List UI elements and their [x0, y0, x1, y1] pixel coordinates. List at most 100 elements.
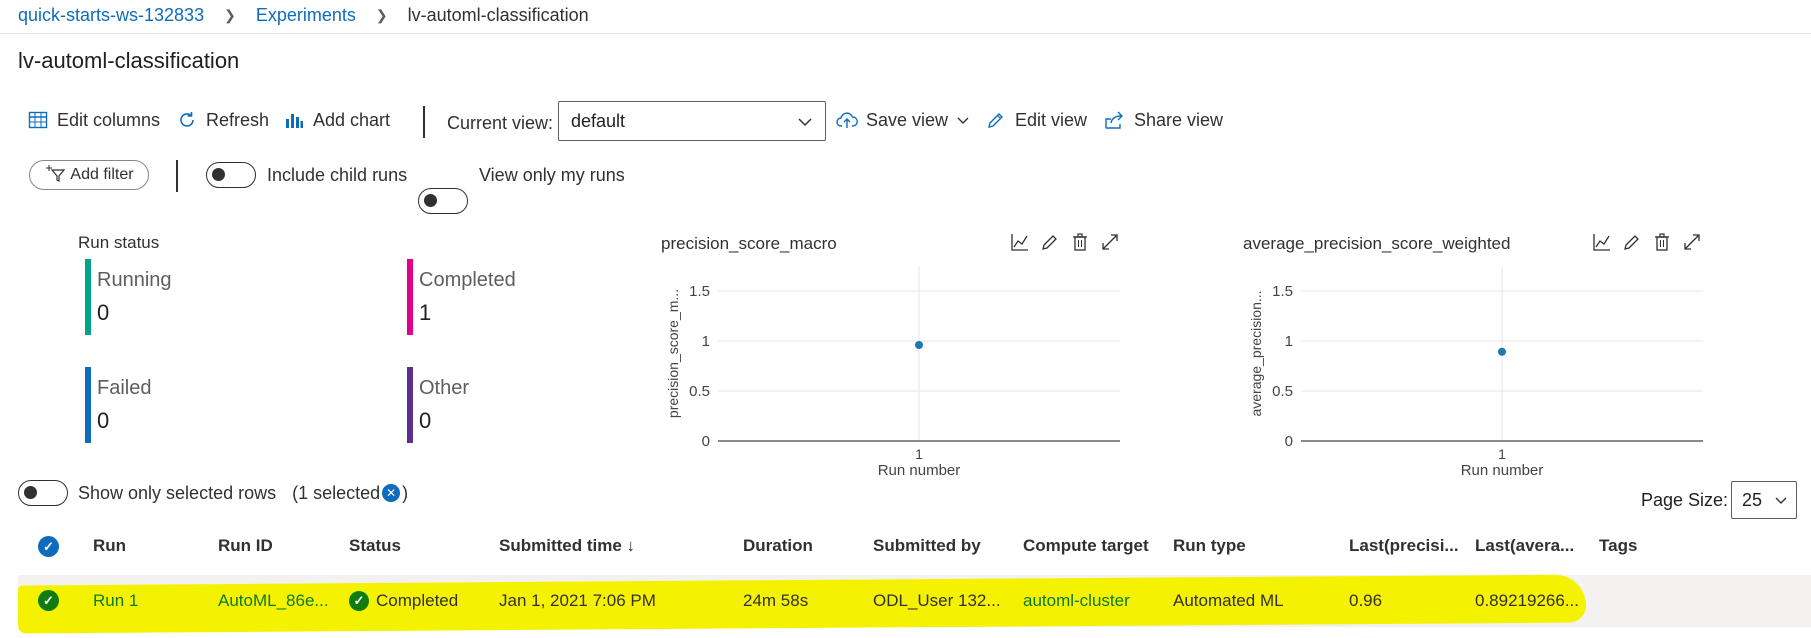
breadcrumb-current: lv-automl-classification	[407, 4, 589, 25]
last-average-cell: 0.89219266...	[1475, 591, 1579, 610]
bar-chart-icon	[283, 109, 305, 131]
page-size-label: Page Size:	[1641, 490, 1729, 510]
status-value: 1	[419, 300, 432, 325]
selected-count-close: )	[402, 482, 409, 503]
run-status-text: Completed	[376, 591, 459, 610]
column-header-run-type[interactable]: Run type	[1173, 536, 1246, 556]
data-point	[915, 341, 923, 349]
expand-icon[interactable]	[1100, 232, 1120, 252]
current-view-label: Current view:	[447, 113, 554, 133]
status-value: 0	[97, 300, 110, 325]
data-point	[1498, 347, 1506, 356]
status-card-running: Running 0	[85, 259, 172, 335]
pencil-icon[interactable]	[1040, 232, 1060, 252]
y-tick-label: 1.5	[689, 283, 710, 300]
column-header-duration[interactable]: Duration	[743, 536, 813, 556]
column-header-tags[interactable]: Tags	[1599, 536, 1637, 556]
checkmark-icon: ✓	[38, 536, 59, 557]
chart-title: average_precision_score_weighted	[1243, 234, 1511, 253]
x-tick-label: 1	[1498, 446, 1506, 462]
line-chart-icon[interactable]	[1592, 232, 1612, 252]
add-chart-button[interactable]: Add chart	[283, 106, 390, 134]
status-bar	[407, 367, 413, 443]
trash-icon[interactable]	[1652, 232, 1672, 252]
selected-count: (1 selected ✕ )	[292, 483, 408, 504]
clear-selection-icon[interactable]: ✕	[382, 484, 401, 502]
status-bar	[85, 367, 91, 443]
precision-score-macro-chart: 00.511.51Run numberprecision_score_m...	[665, 266, 1120, 479]
edit-columns-button[interactable]: Edit columns	[27, 106, 160, 134]
x-axis-label: Run number	[1461, 462, 1544, 479]
filter-divider	[176, 160, 178, 192]
breadcrumb-experiments-link[interactable]: Experiments	[256, 5, 356, 26]
page-size-value: 25	[1742, 489, 1763, 510]
chevron-down-icon	[1774, 490, 1788, 511]
column-header-submitted-time[interactable]: Submitted time ↓	[499, 536, 635, 556]
status-bar	[85, 259, 91, 335]
submitted-by-cell: ODL_User 132...	[873, 591, 1001, 610]
include-child-runs-label: Include child runs	[267, 165, 408, 185]
row-select-checkbox[interactable]: ✓	[38, 590, 59, 611]
share-view-button[interactable]: Share view	[1104, 106, 1223, 134]
page-title: lv-automl-classification	[18, 48, 240, 73]
status-label: Completed	[419, 269, 516, 291]
chevron-down-icon	[797, 111, 813, 132]
column-header-last-average[interactable]: Last(avera...	[1475, 536, 1574, 556]
status-card-completed: Completed 1	[407, 259, 516, 335]
view-only-my-runs-toggle[interactable]	[418, 188, 468, 214]
y-tick-label: 1	[1285, 333, 1293, 350]
pencil-icon[interactable]	[1622, 232, 1642, 252]
y-axis-label: precision_score_m...	[665, 289, 681, 418]
share-view-label: Share view	[1134, 109, 1224, 130]
breadcrumb-workspace-link[interactable]: quick-starts-ws-132833	[18, 5, 204, 26]
last-precision-cell: 0.96	[1349, 591, 1383, 610]
edit-view-button[interactable]: Edit view	[985, 106, 1087, 134]
current-view-value: default	[571, 110, 626, 131]
chart-title: precision_score_macro	[661, 234, 837, 253]
chevron-right-icon: ❯	[375, 6, 388, 23]
save-view-button[interactable]: Save view	[836, 106, 970, 134]
y-tick-label: 0	[1285, 433, 1293, 450]
page-size-dropdown[interactable]: 25	[1731, 481, 1797, 519]
pencil-icon	[985, 109, 1007, 131]
refresh-icon	[176, 109, 198, 131]
status-label: Failed	[97, 377, 152, 399]
chart-toolbar	[1010, 232, 1120, 252]
column-header-run-id[interactable]: Run ID	[218, 536, 273, 556]
checkmark-icon: ✓	[38, 590, 59, 611]
refresh-label: Refresh	[206, 109, 270, 130]
run-name-link[interactable]: Run 1	[93, 591, 138, 611]
current-view-dropdown[interactable]: default	[558, 101, 826, 141]
run-status-title: Run status	[78, 233, 160, 252]
column-header-run[interactable]: Run	[93, 536, 126, 556]
share-icon	[1104, 109, 1126, 131]
chevron-down-icon	[956, 110, 970, 131]
show-only-selected-toggle[interactable]	[18, 480, 68, 506]
column-header-status[interactable]: Status	[349, 536, 401, 556]
column-header-submitted-by[interactable]: Submitted by	[873, 536, 981, 556]
add-chart-label: Add chart	[313, 109, 391, 130]
compute-target-link[interactable]: automl-cluster	[1023, 591, 1130, 611]
duration-cell: 24m 58s	[743, 591, 809, 610]
y-tick-label: 0	[702, 433, 710, 450]
chart-toolbar	[1592, 232, 1702, 252]
expand-icon[interactable]	[1682, 232, 1702, 252]
select-all-checkbox[interactable]: ✓	[38, 536, 59, 557]
status-bar	[407, 259, 413, 335]
submitted-time-cell: Jan 1, 2021 7:06 PM	[499, 591, 656, 610]
run-id-link[interactable]: AutoML_86e...	[218, 591, 329, 611]
y-tick-label: 1.5	[1272, 283, 1293, 300]
table-columns-icon	[27, 109, 49, 131]
column-header-last-precision[interactable]: Last(precisi...	[1349, 536, 1459, 556]
run-type-cell: Automated ML	[1173, 591, 1284, 610]
refresh-button[interactable]: Refresh	[176, 106, 269, 134]
trash-icon[interactable]	[1070, 232, 1090, 252]
x-tick-label: 1	[915, 446, 923, 462]
column-header-compute-target[interactable]: Compute target	[1023, 536, 1149, 556]
line-chart-icon[interactable]	[1010, 232, 1030, 252]
y-tick-label: 1	[702, 333, 710, 350]
add-filter-button[interactable]: Add filter	[29, 160, 149, 190]
include-child-runs-toggle[interactable]	[206, 162, 256, 188]
cloud-upload-icon	[836, 109, 858, 131]
selected-count-text: (1 selected	[292, 482, 381, 503]
